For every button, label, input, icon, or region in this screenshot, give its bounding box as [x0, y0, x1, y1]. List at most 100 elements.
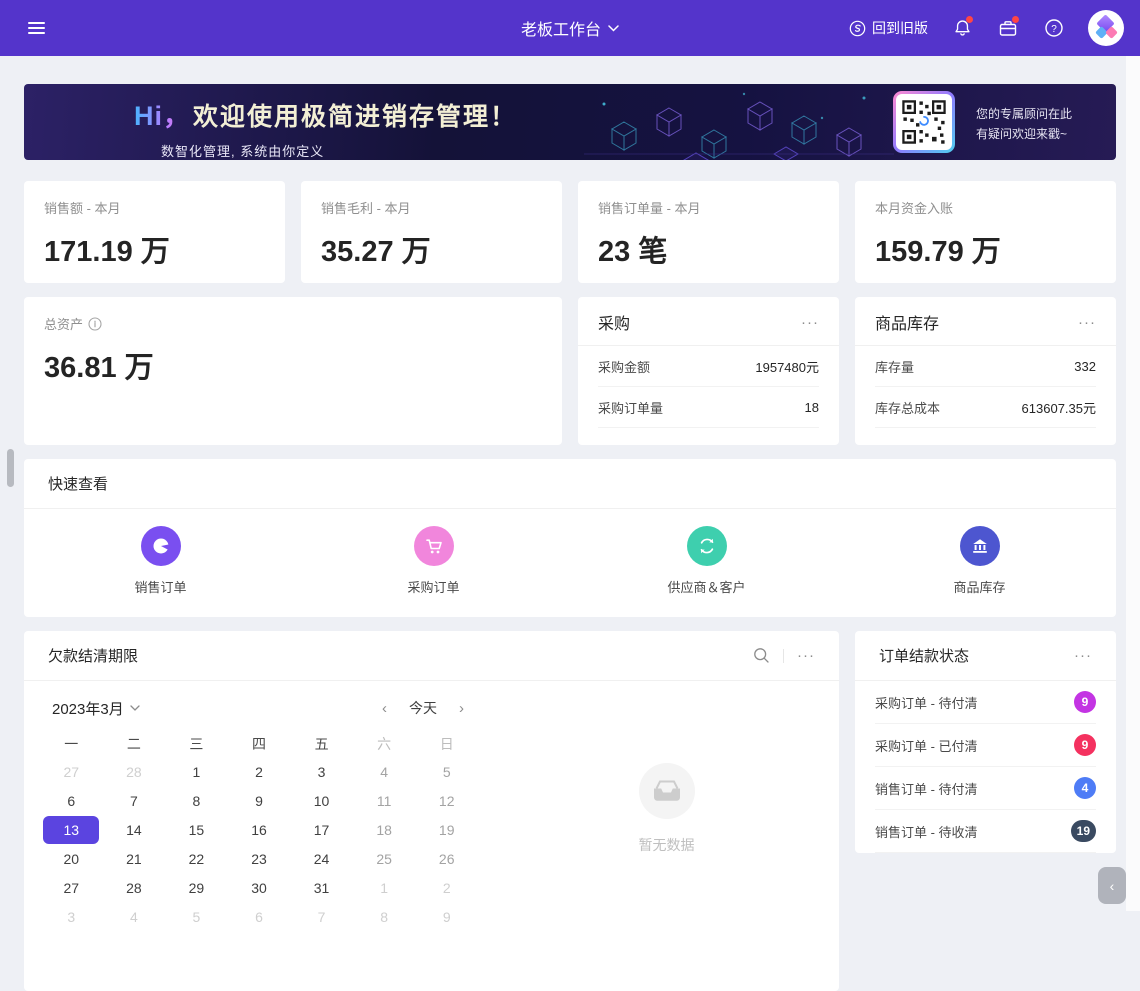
- calendar-day[interactable]: 31: [290, 873, 353, 902]
- stock-cost-row: 库存总成本 613607.35元: [875, 387, 1096, 428]
- calendar-day[interactable]: 7: [290, 902, 353, 931]
- svg-text:?: ?: [1051, 24, 1057, 35]
- calendar-day[interactable]: 24: [290, 844, 353, 873]
- more-icon[interactable]: ···: [801, 315, 819, 330]
- calendar-day-header: 四: [228, 731, 291, 757]
- help-button[interactable]: ?: [1042, 16, 1066, 40]
- notifications-button[interactable]: [950, 16, 974, 40]
- calendar-day[interactable]: 8: [353, 902, 416, 931]
- purchase-card: 采购 ··· 采购金额 1957480元 采购订单量 18: [578, 297, 839, 445]
- calendar-day-header: 三: [165, 731, 228, 757]
- bank-icon: [970, 536, 990, 556]
- calendar-day[interactable]: 21: [103, 844, 166, 873]
- more-icon[interactable]: ···: [1074, 648, 1092, 663]
- calendar-day[interactable]: 22: [165, 844, 228, 873]
- stat-card-order-count: 销售订单量 - 本月 23 笔: [578, 181, 839, 283]
- search-icon[interactable]: [753, 647, 770, 664]
- calendar-day-selected[interactable]: 13: [40, 815, 103, 844]
- calendar-day[interactable]: 6: [40, 786, 103, 815]
- quick-view-title: 快速查看: [48, 473, 108, 494]
- status-row-purchase-paid[interactable]: 采购订单 - 已付清 9: [875, 724, 1096, 767]
- user-avatar[interactable]: [1088, 10, 1124, 46]
- isometric-decoration: [564, 84, 894, 160]
- calendar-day[interactable]: 19: [415, 815, 478, 844]
- quick-item-sales-orders[interactable]: 销售订单: [24, 526, 297, 596]
- calendar-day[interactable]: 9: [415, 902, 478, 931]
- more-icon[interactable]: ···: [1078, 315, 1096, 330]
- calendar-day[interactable]: 29: [165, 873, 228, 902]
- calendar-day[interactable]: 4: [353, 757, 416, 786]
- calendar-day[interactable]: 5: [415, 757, 478, 786]
- info-icon[interactable]: [88, 317, 102, 331]
- calendar-day[interactable]: 3: [40, 902, 103, 931]
- calendar-day[interactable]: 5: [165, 902, 228, 931]
- more-icon[interactable]: ···: [797, 648, 815, 663]
- calendar-day[interactable]: 9: [228, 786, 291, 815]
- summary-row: 总资产 36.81 万 采购 ··· 采购金额 1957480元 采购订单量 1…: [24, 297, 1116, 445]
- collapse-panel-handle[interactable]: ‹: [1098, 867, 1126, 904]
- stat-card-cash-in: 本月资金入账 159.79 万: [855, 181, 1116, 283]
- status-badge: 9: [1074, 691, 1096, 713]
- order-status-card: 订单结款状态 ··· 采购订单 - 待付清 9 采购订单 - 已付清 9 销售订…: [855, 631, 1116, 853]
- prev-month-button[interactable]: ‹: [382, 700, 387, 717]
- calendar-day[interactable]: 18: [353, 815, 416, 844]
- quick-item-purchase-orders[interactable]: 采购订单: [297, 526, 570, 596]
- debt-deadline-card: 欠款结清期限 ··· 2023年3月: [24, 631, 839, 991]
- status-row-sales-unreceived[interactable]: 销售订单 - 待收清 19: [875, 810, 1096, 853]
- calendar-day[interactable]: 28: [103, 757, 166, 786]
- calendar-day[interactable]: 14: [103, 815, 166, 844]
- calendar-day[interactable]: 1: [353, 873, 416, 902]
- calendar-day-header: 六: [353, 731, 416, 757]
- status-row-purchase-unpaid[interactable]: 采购订单 - 待付清 9: [875, 681, 1096, 724]
- next-month-button[interactable]: ›: [459, 700, 464, 717]
- calendar-day[interactable]: 15: [165, 815, 228, 844]
- back-to-old-version-button[interactable]: 回到旧版: [849, 18, 928, 38]
- calendar-day[interactable]: 10: [290, 786, 353, 815]
- workspace-switcher[interactable]: 老板工作台: [521, 16, 619, 40]
- status-badge: 9: [1074, 734, 1096, 756]
- empty-inbox-icon: [652, 779, 682, 803]
- month-selector[interactable]: 2023年3月: [52, 698, 140, 719]
- status-row-sales-unpaid[interactable]: 销售订单 - 待付清 4: [875, 767, 1096, 810]
- today-button[interactable]: 今天: [409, 698, 437, 718]
- notification-dot: [966, 16, 973, 23]
- calendar-day[interactable]: 25: [353, 844, 416, 873]
- calendar-day[interactable]: 8: [165, 786, 228, 815]
- left-scrollbar-thumb[interactable]: [7, 449, 14, 487]
- calendar-day[interactable]: 26: [415, 844, 478, 873]
- qr-code[interactable]: [893, 91, 955, 153]
- pie-chart-icon: [151, 536, 171, 556]
- calendar-day[interactable]: 27: [40, 757, 103, 786]
- calendar-day[interactable]: 6: [228, 902, 291, 931]
- calendar-day[interactable]: 28: [103, 873, 166, 902]
- calendar-day[interactable]: 30: [228, 873, 291, 902]
- empty-state: 暂无数据: [494, 681, 839, 931]
- calendar-day[interactable]: 20: [40, 844, 103, 873]
- calendar-day[interactable]: 3: [290, 757, 353, 786]
- right-scrollbar-track[interactable]: [1126, 56, 1140, 911]
- calendar-day[interactable]: 11: [353, 786, 416, 815]
- quick-item-inventory[interactable]: 商品库存: [843, 526, 1116, 596]
- empty-text: 暂无数据: [639, 835, 695, 855]
- calendar-day[interactable]: 16: [228, 815, 291, 844]
- calendar-day[interactable]: 23: [228, 844, 291, 873]
- purchase-amount-row: 采购金额 1957480元: [598, 346, 819, 387]
- calendar-day[interactable]: 2: [228, 757, 291, 786]
- banner-title: Hi，欢迎使用极简进销存管理！: [134, 94, 517, 133]
- question-icon: ?: [1044, 18, 1064, 38]
- calendar-day[interactable]: 27: [40, 873, 103, 902]
- order-status-title: 订单结款状态: [879, 645, 969, 666]
- calendar-day[interactable]: 1: [165, 757, 228, 786]
- calendar-day[interactable]: 4: [103, 902, 166, 931]
- calendar-day[interactable]: 7: [103, 786, 166, 815]
- welcome-banner: Hi，欢迎使用极简进销存管理！ 数智化管理, 系统由你定义: [24, 84, 1116, 160]
- briefcase-button[interactable]: [996, 16, 1020, 40]
- calendar-day[interactable]: 12: [415, 786, 478, 815]
- quick-item-suppliers-customers[interactable]: 供应商＆客户: [570, 526, 843, 596]
- calendar-day[interactable]: 2: [415, 873, 478, 902]
- chevron-down-icon: [608, 25, 619, 32]
- calendar-day[interactable]: 17: [290, 815, 353, 844]
- stat-cards-row: 销售额 - 本月 171.19 万 销售毛利 - 本月 35.27 万 销售订单…: [24, 181, 1116, 283]
- qr-pattern: [900, 98, 948, 146]
- menu-icon[interactable]: [28, 16, 52, 40]
